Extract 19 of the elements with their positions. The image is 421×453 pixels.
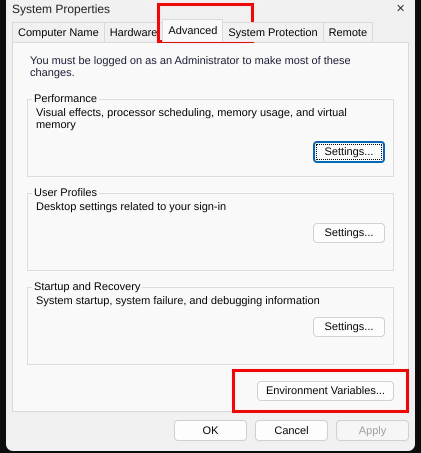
settings-button[interactable]: Settings... <box>313 223 385 243</box>
notice-text: You must be logged on as an Administrator to make most of these changes. <box>30 55 352 79</box>
window-title: System Properties <box>12 2 110 16</box>
dialog-button[interactable]: Cancel <box>255 420 328 441</box>
group-description: System startup, system failure, and debugging information <box>36 295 321 307</box>
settings-button[interactable]: Settings... <box>313 141 385 163</box>
close-button[interactable]: ✕ <box>392 2 409 15</box>
group-title: User Profiles <box>33 187 98 199</box>
group-description: Desktop settings related to your sign-in <box>36 201 228 213</box>
group-title: Performance <box>33 93 98 105</box>
group-description: Visual effects, processor scheduling, memory usage, and virtual memory <box>36 107 348 131</box>
settings-button[interactable]: Settings... <box>313 317 385 337</box>
tab[interactable]: Computer Name <box>12 22 105 42</box>
tab[interactable]: Remote <box>322 22 374 42</box>
tab[interactable]: Advanced <box>162 19 224 42</box>
dialog-button[interactable]: OK <box>174 420 247 441</box>
tab[interactable]: System Protection <box>222 22 324 42</box>
group-title: Startup and Recovery <box>33 281 142 293</box>
environment-variables-button[interactable]: Environment Variables... <box>256 381 394 401</box>
